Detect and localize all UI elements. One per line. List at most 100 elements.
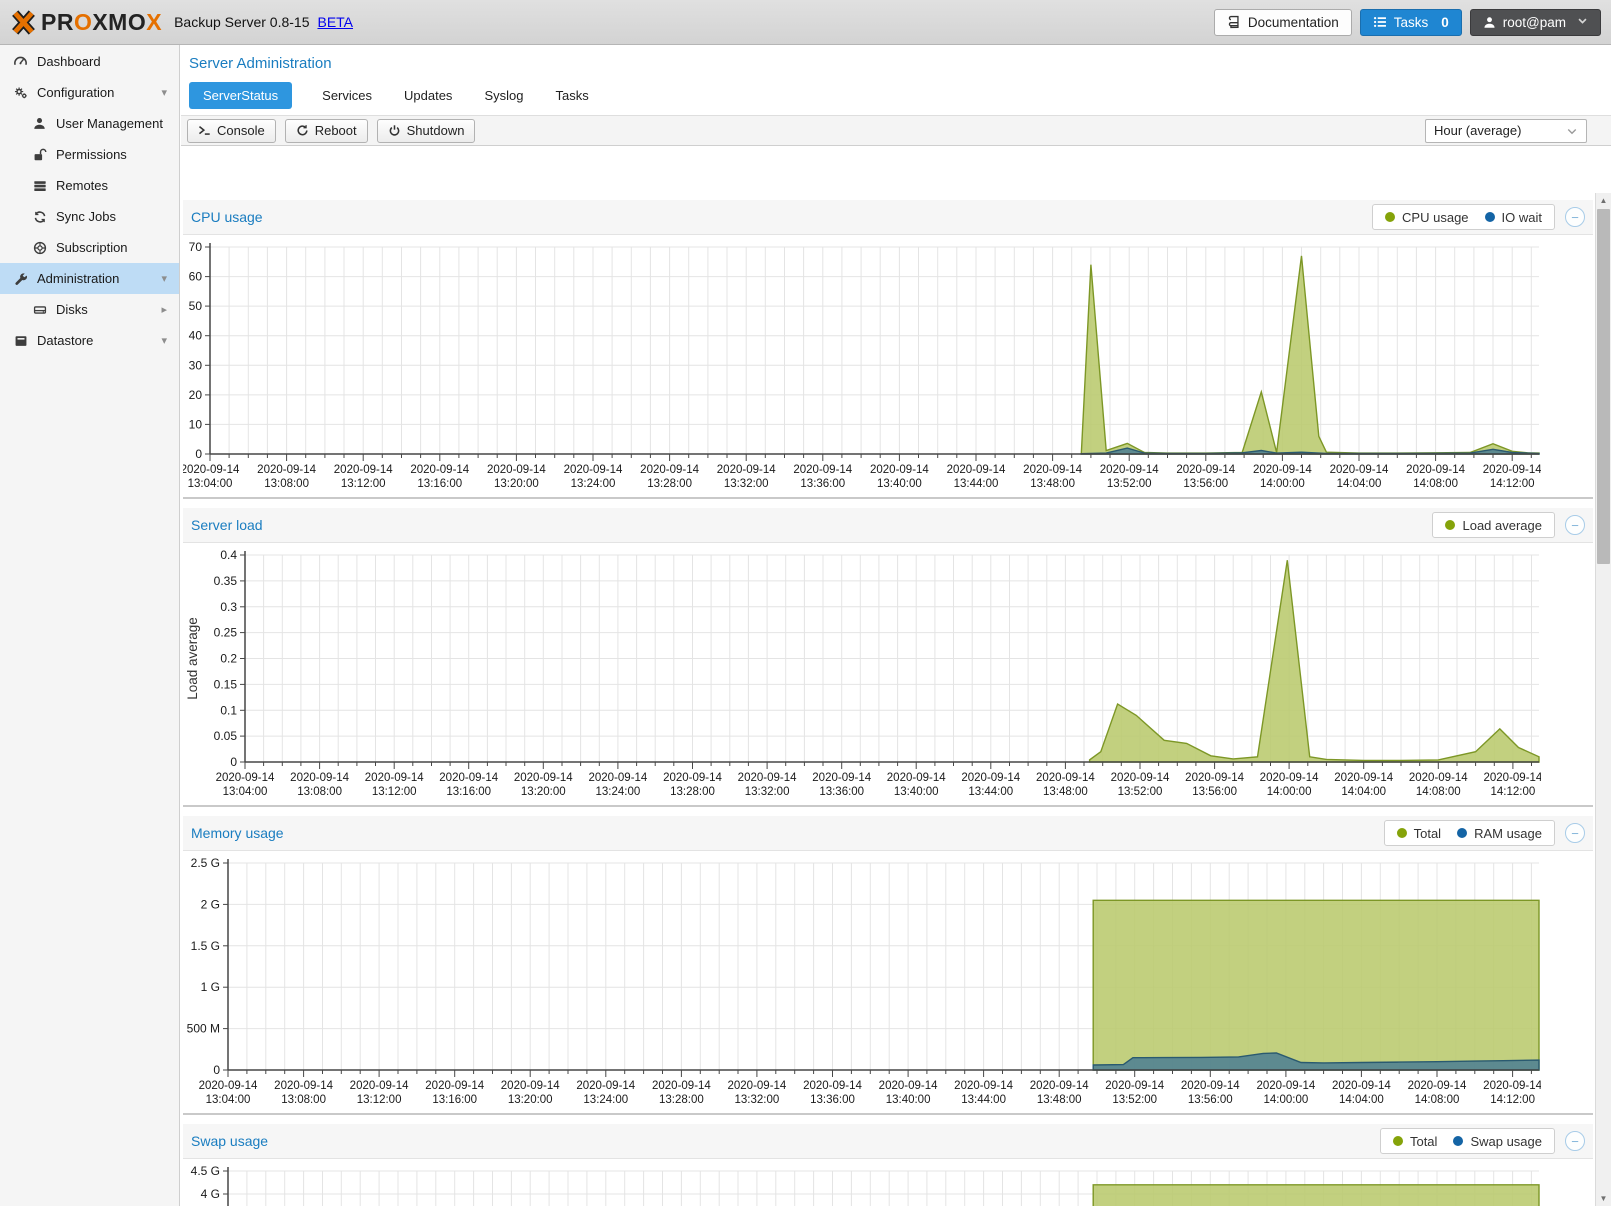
- sidebar-item-remotes[interactable]: Remotes: [0, 170, 179, 201]
- svg-text:2 G: 2 G: [201, 897, 220, 911]
- user-icon: [1483, 16, 1496, 29]
- svg-text:2020-09-14: 2020-09-14: [1260, 772, 1319, 784]
- tasks-button[interactable]: Tasks 0: [1360, 9, 1462, 36]
- beta-link[interactable]: BETA: [317, 14, 353, 30]
- chart-panel-cpu-usage: CPU usage CPU usage IO wait − 2020-09-14 13:0…: [183, 200, 1593, 499]
- expander-down-icon[interactable]: ▾: [161, 272, 167, 285]
- legend-label: Load average: [1462, 518, 1542, 533]
- svg-text:13:40:00: 13:40:00: [886, 1094, 931, 1106]
- console-button[interactable]: Console: [187, 119, 276, 143]
- time-range-select[interactable]: Hour (average): [1425, 119, 1587, 143]
- svg-text:2020-09-14: 2020-09-14: [717, 464, 776, 476]
- collapse-panel-button[interactable]: −: [1565, 1131, 1585, 1151]
- reboot-button[interactable]: Reboot: [285, 119, 368, 143]
- svg-text:0: 0: [213, 1063, 220, 1077]
- vertical-scrollbar[interactable]: ▲ ▼: [1595, 193, 1611, 1206]
- svg-text:2020-09-14: 2020-09-14: [1100, 464, 1159, 476]
- legend-item[interactable]: Swap usage: [1453, 1134, 1542, 1149]
- tab-updates[interactable]: Updates: [402, 82, 454, 109]
- chart-area: 2020-09-1413:04:002020-09-1413:08:002020…: [183, 1158, 1593, 1206]
- legend-item[interactable]: RAM usage: [1457, 826, 1542, 841]
- power-icon: [388, 124, 401, 137]
- legend-label: Total: [1410, 1134, 1437, 1149]
- sidebar-item-disks[interactable]: Disks▸: [0, 294, 179, 325]
- sidebar-item-configuration[interactable]: Configuration ▾: [0, 77, 179, 108]
- svg-text:13:08:00: 13:08:00: [264, 478, 309, 490]
- expander-down-icon[interactable]: ▾: [161, 334, 167, 347]
- svg-text:13:12:00: 13:12:00: [341, 478, 386, 490]
- scroll-down-arrow[interactable]: ▼: [1596, 1191, 1611, 1206]
- page-title: Server Administration: [181, 45, 1611, 80]
- legend-item[interactable]: CPU usage: [1385, 210, 1468, 225]
- svg-text:13:56:00: 13:56:00: [1192, 786, 1237, 798]
- legend-item[interactable]: Load average: [1445, 518, 1542, 533]
- expander-right-icon[interactable]: ▸: [161, 303, 167, 316]
- legend-item[interactable]: Total: [1397, 826, 1441, 841]
- svg-text:14:12:00: 14:12:00: [1490, 478, 1535, 490]
- tab-syslog[interactable]: Syslog: [482, 82, 525, 109]
- tab-tasks[interactable]: Tasks: [553, 82, 590, 109]
- panel-title: CPU usage: [191, 209, 263, 225]
- legend-item[interactable]: Total: [1393, 1134, 1437, 1149]
- svg-text:4.5 G: 4.5 G: [191, 1164, 220, 1178]
- expander-down-icon[interactable]: ▾: [161, 86, 167, 99]
- svg-text:2020-09-14: 2020-09-14: [1408, 1080, 1467, 1092]
- chart-area: 2020-09-1413:04:002020-09-1413:08:002020…: [183, 542, 1593, 805]
- svg-text:14:00:00: 14:00:00: [1260, 478, 1305, 490]
- svg-text:14:12:00: 14:12:00: [1491, 786, 1536, 798]
- legend-dot-icon: [1453, 1136, 1463, 1146]
- svg-text:0.3: 0.3: [220, 600, 237, 614]
- scrollbar-thumb[interactable]: [1597, 209, 1610, 564]
- sidebar-item-label: Configuration: [37, 85, 114, 100]
- panel-title: Swap usage: [191, 1133, 268, 1149]
- scroll-up-arrow[interactable]: ▲: [1596, 193, 1611, 208]
- sidebar-item-label: User Management: [56, 116, 163, 131]
- svg-text:13:16:00: 13:16:00: [417, 478, 462, 490]
- sidebar-item-user-management[interactable]: User Management: [0, 108, 179, 139]
- user-menu-button[interactable]: root@pam: [1470, 9, 1601, 36]
- svg-text:13:24:00: 13:24:00: [596, 786, 641, 798]
- main-content: Server Administration ServerStatus Servic…: [181, 45, 1611, 1206]
- svg-text:0.4: 0.4: [220, 548, 237, 562]
- sidebar-item-label: Permissions: [56, 147, 127, 162]
- svg-text:2020-09-14: 2020-09-14: [879, 1080, 938, 1092]
- svg-text:13:52:00: 13:52:00: [1107, 478, 1152, 490]
- svg-text:13:16:00: 13:16:00: [446, 786, 491, 798]
- svg-text:13:28:00: 13:28:00: [647, 478, 692, 490]
- sidebar-item-sync-jobs[interactable]: Sync Jobs: [0, 201, 179, 232]
- chart-panel-swap-usage: Swap usage Total Swap usage − 2020-09-1413:0…: [183, 1124, 1593, 1206]
- collapse-panel-button[interactable]: −: [1565, 823, 1585, 843]
- tab-services[interactable]: Services: [320, 82, 374, 109]
- collapse-panel-button[interactable]: −: [1565, 515, 1585, 535]
- sidebar-item-administration[interactable]: Administration▾: [0, 263, 179, 294]
- sidebar-item-label: Sync Jobs: [56, 209, 116, 224]
- svg-text:500 M: 500 M: [187, 1022, 220, 1036]
- top-bar: PROXMOX Backup Server 0.8-15 BETA Docume…: [0, 0, 1611, 45]
- disk-icon: [31, 303, 48, 317]
- svg-text:2020-09-14: 2020-09-14: [514, 772, 573, 784]
- svg-text:2020-09-14: 2020-09-14: [947, 464, 1006, 476]
- tab-serverstatus[interactable]: ServerStatus: [189, 82, 292, 109]
- svg-text:14:08:00: 14:08:00: [1415, 1094, 1460, 1106]
- svg-text:2020-09-14: 2020-09-14: [216, 772, 275, 784]
- sync-icon: [31, 210, 48, 224]
- svg-text:2020-09-14: 2020-09-14: [334, 464, 393, 476]
- shutdown-button[interactable]: Shutdown: [377, 119, 476, 143]
- sidebar-item-datastore[interactable]: Datastore ▾: [0, 325, 179, 356]
- legend-item[interactable]: IO wait: [1485, 210, 1542, 225]
- chart: 2020-09-1413:04:002020-09-1413:08:002020…: [183, 851, 1541, 1113]
- svg-text:2020-09-14: 2020-09-14: [410, 464, 469, 476]
- svg-text:13:32:00: 13:32:00: [735, 1094, 780, 1106]
- svg-text:2.5 G: 2.5 G: [191, 856, 220, 870]
- svg-text:13:32:00: 13:32:00: [724, 478, 769, 490]
- svg-text:2020-09-14: 2020-09-14: [1181, 1080, 1240, 1092]
- svg-text:2020-09-14: 2020-09-14: [663, 772, 722, 784]
- sidebar-item-permissions[interactable]: Permissions: [0, 139, 179, 170]
- svg-text:2020-09-14: 2020-09-14: [290, 772, 349, 784]
- sidebar-item-subscription[interactable]: Subscription: [0, 232, 179, 263]
- documentation-button[interactable]: Documentation: [1214, 9, 1352, 36]
- collapse-panel-button[interactable]: −: [1565, 207, 1585, 227]
- sidebar-item-dashboard[interactable]: Dashboard: [0, 46, 179, 77]
- sidebar-item-label: Datastore: [37, 333, 93, 348]
- svg-text:0: 0: [230, 755, 237, 769]
